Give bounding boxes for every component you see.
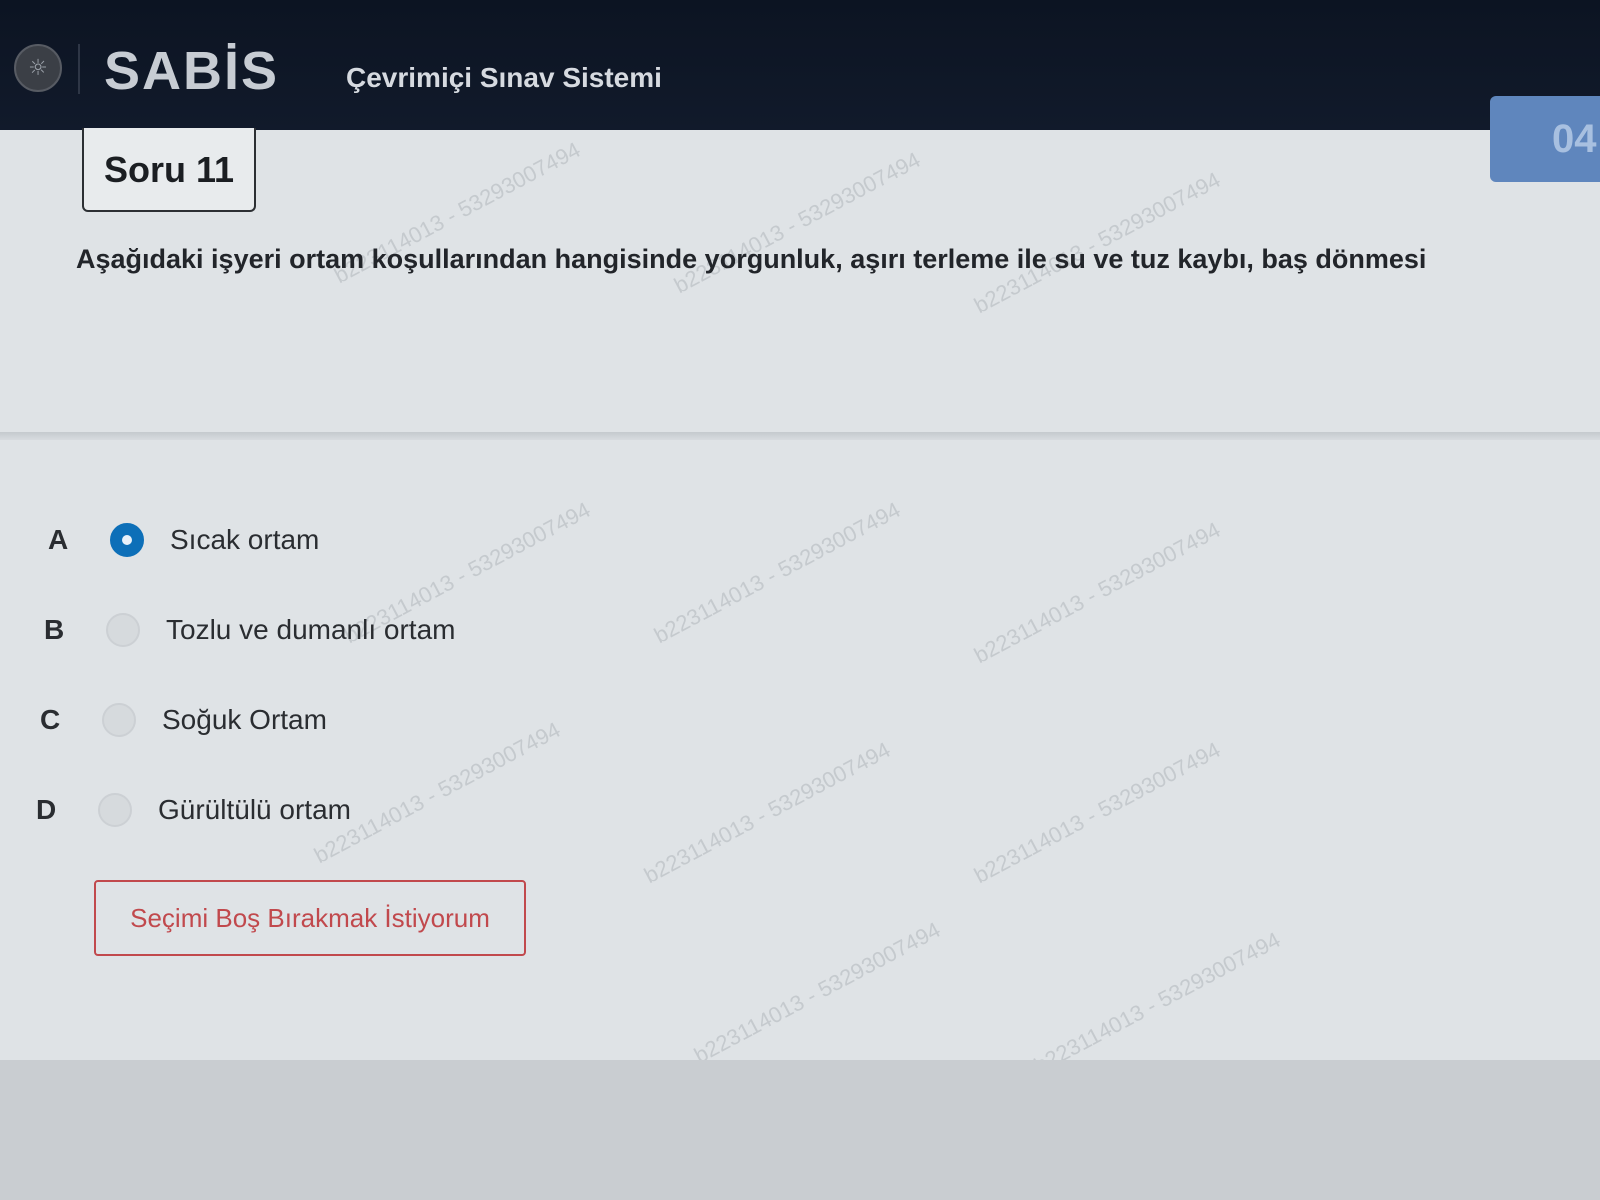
- leave-blank-button[interactable]: Seçimi Boş Bırakmak İstiyorum: [94, 880, 526, 956]
- watermark: b223114013 - 53293007494: [969, 166, 1225, 319]
- option-text[interactable]: Sıcak ortam: [170, 524, 319, 556]
- app-title: Çevrimiçi Sınav Sistemi: [346, 62, 662, 93]
- watermark: b223114013 - 53293007494: [969, 516, 1225, 669]
- watermark: b223114013 - 53293007494: [969, 736, 1225, 889]
- logo-divider: [78, 44, 80, 94]
- option-text[interactable]: Gürültülü ortam: [158, 794, 351, 826]
- footer-band: [0, 1060, 1600, 1200]
- globe-icon[interactable]: ☼: [14, 44, 62, 92]
- watermark: b223114013 - 53293007494: [649, 496, 905, 649]
- watermark: b223114013 - 53293007494: [669, 146, 925, 299]
- question-text: Aşağıdaki işyeri ortam koşullarından han…: [76, 244, 1427, 274]
- question-number-tab: Soru 11: [82, 128, 256, 212]
- radio-dot-icon: [122, 535, 132, 545]
- radio-button[interactable]: [102, 703, 136, 737]
- option-b[interactable]: B Tozlu ve dumanlı ortam: [44, 600, 455, 660]
- option-text[interactable]: Tozlu ve dumanlı ortam: [166, 614, 455, 646]
- watermark: b223114013 - 53293007494: [639, 736, 895, 889]
- option-letter: D: [36, 794, 57, 825]
- option-letter: A: [48, 524, 69, 555]
- watermark: b223114013 - 53293007494: [689, 916, 945, 1069]
- exam-timer: 04: [1490, 96, 1600, 182]
- watermark: b223114013 - 53293007494: [1029, 926, 1285, 1079]
- top-header-bar: ☼ SABİS Çevrimiçi Sınav Sistemi: [0, 0, 1600, 130]
- section-divider: [0, 432, 1600, 440]
- option-a[interactable]: A Sıcak ortam: [48, 510, 319, 570]
- radio-button[interactable]: [98, 793, 132, 827]
- option-d[interactable]: D Gürültülü ortam: [36, 780, 351, 840]
- brand-logo-text[interactable]: SABİS: [104, 40, 279, 102]
- option-letter: C: [40, 704, 61, 735]
- option-c[interactable]: C Soğuk Ortam: [40, 690, 327, 750]
- option-text[interactable]: Soğuk Ortam: [162, 704, 327, 736]
- radio-button-selected[interactable]: [110, 523, 144, 557]
- radio-button[interactable]: [106, 613, 140, 647]
- option-letter: B: [44, 614, 65, 645]
